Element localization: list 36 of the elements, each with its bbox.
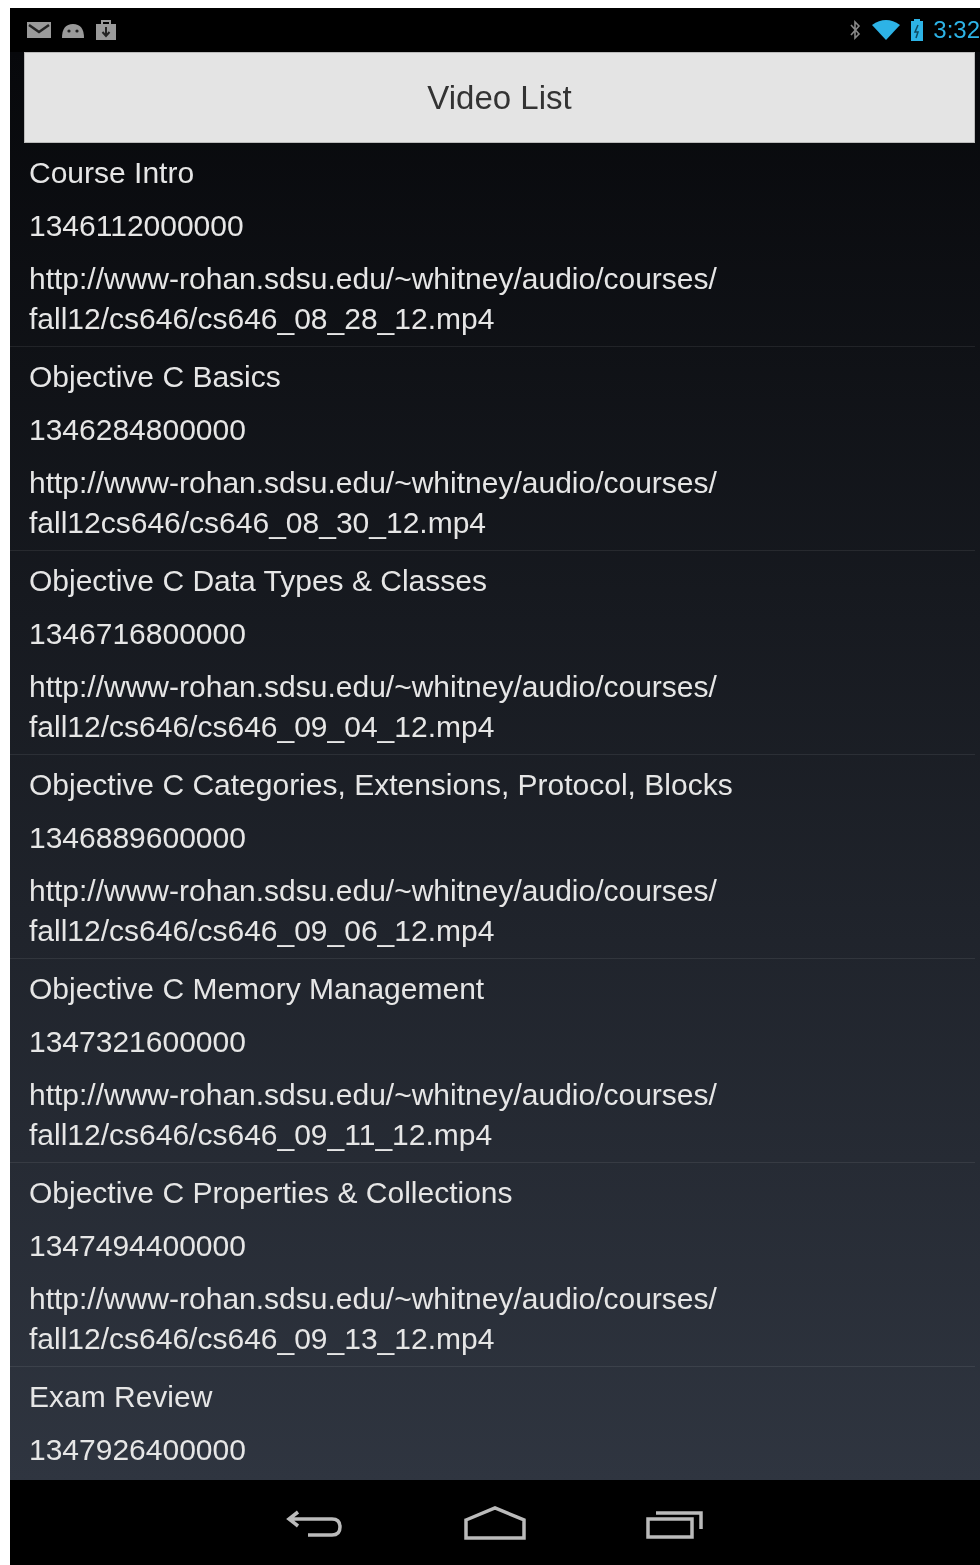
video-list-item[interactable]: Exam Review 1347926400000 bbox=[10, 1367, 975, 1480]
video-title: Exam Review bbox=[29, 1379, 214, 1415]
video-title: Objective C Categories, Extensions, Protocol, Blocks bbox=[29, 767, 734, 803]
video-url: http://www-rohan.sdsu.edu/~whitney/audio/courses/fall12/cs646/cs646_09_06_12.mp4 bbox=[29, 873, 718, 949]
video-title: Objective C Data Types & Classes bbox=[29, 563, 488, 599]
video-timestamp: 1346716800000 bbox=[29, 616, 247, 652]
video-list-item[interactable]: Objective C Data Types & Classes 1346716800000 http://www-rohan.sdsu.edu/~whitney/audio/courses/fall12/cs646/cs646_09_04_12.mp4 bbox=[10, 551, 975, 755]
video-url: http://www-rohan.sdsu.edu/~whitney/audio/courses/fall12/cs646/cs646_09_13_12.mp4 bbox=[29, 1281, 718, 1357]
video-list-item[interactable]: Objective C Categories, Extensions, Protocol, Blocks 1346889600000 http://www-rohan.sdsu.edu/~whitney/audio/courses/fall12/cs646/cs646_09_06_12.mp4 bbox=[10, 755, 975, 959]
video-timestamp: 1347494400000 bbox=[29, 1228, 247, 1264]
video-title: Objective C Basics bbox=[29, 359, 282, 395]
video-timestamp: 1347926400000 bbox=[29, 1432, 247, 1468]
video-title: Objective C Properties & Collections bbox=[29, 1175, 514, 1211]
video-url: http://www-rohan.sdsu.edu/~whitney/audio/courses/fall12cs646/cs646_08_30_12.mp4 bbox=[29, 465, 718, 541]
video-timestamp: 1346889600000 bbox=[29, 820, 247, 856]
video-timestamp: 1346284800000 bbox=[29, 412, 247, 448]
mail-icon bbox=[26, 21, 52, 39]
video-list-item[interactable]: Course Intro 1346112000000 http://www-rohan.sdsu.edu/~whitney/audio/courses/fall12/cs646/cs646_08_28_12.mp4 bbox=[10, 143, 975, 347]
android-icon bbox=[60, 21, 86, 39]
video-list-button[interactable]: Video List bbox=[24, 52, 975, 143]
video-url: http://www-rohan.sdsu.edu/~whitney/audio/courses/fall12/cs646/cs646_09_04_12.mp4 bbox=[29, 669, 718, 745]
video-list-item[interactable]: Objective C Basics 1346284800000 http://www-rohan.sdsu.edu/~whitney/audio/courses/fall12cs646/cs646_08_30_12.mp4 bbox=[10, 347, 975, 551]
video-title: Objective C Memory Management bbox=[29, 971, 486, 1007]
battery-icon bbox=[911, 19, 924, 41]
wifi-icon bbox=[871, 19, 902, 41]
download-icon bbox=[94, 19, 118, 41]
bluetooth-icon bbox=[849, 20, 862, 40]
home-icon[interactable] bbox=[464, 1505, 526, 1540]
video-url: http://www-rohan.sdsu.edu/~whitney/audio/courses/fall12/cs646/cs646_08_28_12.mp4 bbox=[29, 261, 718, 337]
video-title: Course Intro bbox=[29, 155, 196, 191]
video-url: http://www-rohan.sdsu.edu/~whitney/audio/courses/fall12/cs646/cs646_09_11_12.mp4 bbox=[29, 1077, 718, 1153]
video-list-item[interactable]: Objective C Memory Management 1347321600000 http://www-rohan.sdsu.edu/~whitney/audio/courses/fall12/cs646/cs646_09_11_12.mp4 bbox=[10, 959, 975, 1163]
video-timestamp: 1347321600000 bbox=[29, 1024, 247, 1060]
status-time: 3:32 bbox=[933, 16, 980, 44]
video-timestamp: 1346112000000 bbox=[29, 208, 245, 244]
video-list-item[interactable]: Objective C Properties & Collections 1347494400000 http://www-rohan.sdsu.edu/~whitney/audio/courses/fall12/cs646/cs646_09_13_12.mp4 bbox=[10, 1163, 975, 1367]
